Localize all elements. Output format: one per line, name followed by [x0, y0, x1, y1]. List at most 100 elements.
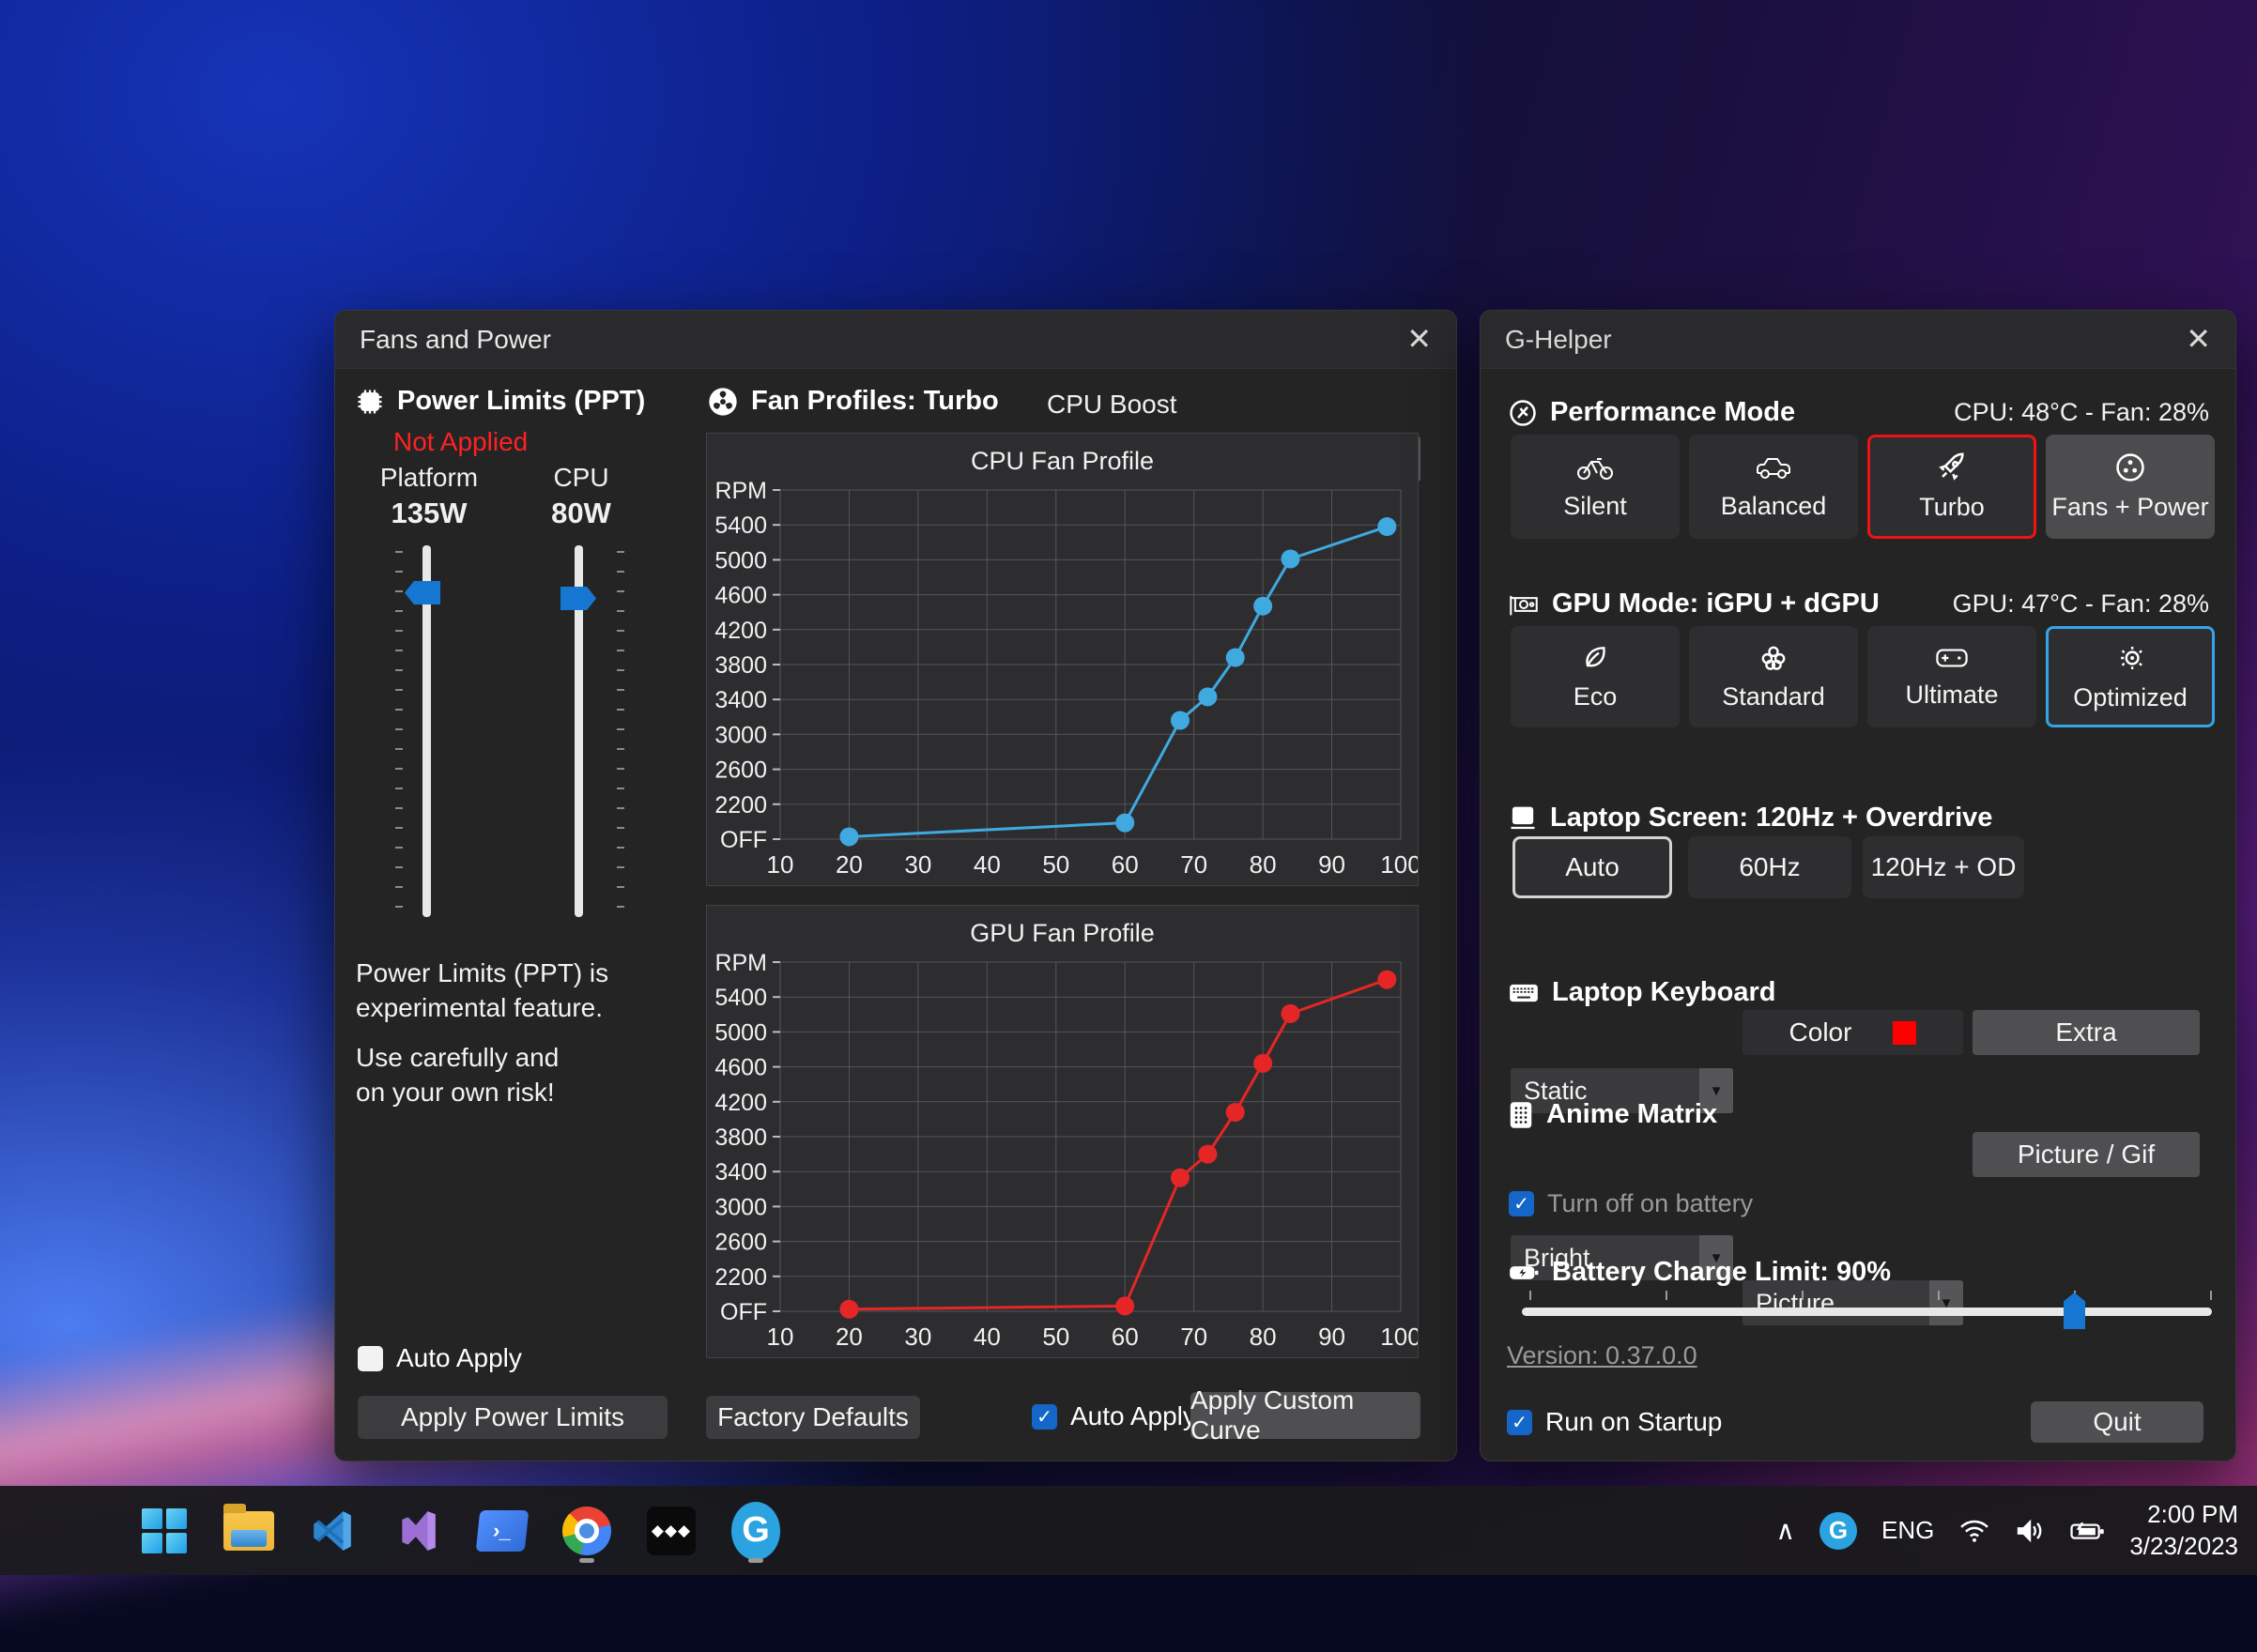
gpu-button-optimized[interactable]: Optimized	[2046, 626, 2215, 727]
cpu-slider-thumb[interactable]	[560, 587, 596, 610]
gpu-mode-title: GPU Mode: iGPU + dGPU	[1552, 589, 1880, 620]
volume-icon[interactable]	[2015, 1518, 2045, 1544]
windows-logo-icon	[142, 1508, 187, 1553]
curve-auto-apply-label: Auto Apply	[1070, 1401, 1196, 1431]
battery-slider-track[interactable]	[1522, 1308, 2212, 1316]
keyboard-extra-button[interactable]: Extra	[1973, 1010, 2200, 1055]
svg-text:2200: 2200	[714, 792, 767, 818]
ghelper-titlebar[interactable]: G-Helper ✕	[1481, 311, 2235, 369]
power-limits-status: Not Applied	[393, 427, 528, 457]
svg-text:80: 80	[1250, 1323, 1277, 1351]
perf-button-silent[interactable]: Silent	[1511, 435, 1680, 539]
powershell-button[interactable]: ›_	[475, 1497, 530, 1565]
clock-date: 3/23/2023	[2129, 1531, 2238, 1563]
svg-text:3400: 3400	[714, 1159, 767, 1185]
ghelper-tray-icon[interactable]: G	[1819, 1512, 1857, 1550]
start-button[interactable]	[137, 1497, 192, 1565]
close-icon[interactable]: ✕	[2186, 322, 2211, 356]
svg-text:4600: 4600	[714, 1055, 767, 1081]
perf-button-turbo[interactable]: Turbo	[1867, 435, 2036, 539]
run-on-startup-label: Run on Startup	[1545, 1407, 1722, 1437]
tidal-button[interactable]: ◆◆◆	[644, 1497, 699, 1565]
laptop-keyboard-header: Laptop Keyboard	[1509, 977, 1775, 1008]
fan-icon	[708, 387, 738, 417]
perf-button-balanced[interactable]: Balanced	[1689, 435, 1858, 539]
fan-circle-icon	[2114, 451, 2146, 483]
flower-icon	[1758, 643, 1789, 673]
svg-text:4200: 4200	[714, 618, 767, 644]
chevron-down-icon[interactable]: ▼	[1929, 1280, 1963, 1325]
apply-power-limits-button[interactable]: Apply Power Limits	[358, 1396, 668, 1439]
performance-mode-title: Performance Mode	[1550, 397, 1795, 428]
version-link[interactable]: Version: 0.37.0.0	[1507, 1341, 1697, 1370]
platform-slider-ticks	[395, 551, 403, 915]
cpu-fan-chart-panel: CPU Fan Profile 102030405060708090100RPM…	[706, 433, 1419, 886]
quit-button[interactable]: Quit	[2031, 1401, 2203, 1443]
gpu-button-standard[interactable]: Standard	[1689, 626, 1858, 727]
running-indicator	[579, 1558, 594, 1563]
check-icon: ✓	[1512, 1411, 1528, 1434]
perf-button-fans-power[interactable]: Fans + Power	[2046, 435, 2215, 539]
platform-limit-value: 135W	[353, 497, 505, 530]
language-indicator[interactable]: ENG	[1881, 1516, 1934, 1545]
running-indicator	[748, 1558, 763, 1563]
apply-custom-curve-button[interactable]: Apply Custom Curve	[1190, 1392, 1420, 1439]
run-on-startup-checkbox[interactable]: ✓	[1507, 1410, 1532, 1435]
screen-button-60hz[interactable]: 60Hz	[1688, 836, 1851, 898]
svg-text:3800: 3800	[714, 652, 767, 679]
svg-text:10: 10	[767, 850, 794, 879]
power-auto-apply-checkbox[interactable]	[358, 1346, 383, 1371]
laptop-screen-header: Laptop Screen: 120Hz + Overdrive	[1509, 803, 1992, 834]
platform-slider-thumb[interactable]	[405, 581, 440, 604]
close-icon[interactable]: ✕	[1406, 322, 1432, 356]
turn-off-on-battery-checkbox[interactable]: ✓	[1509, 1191, 1534, 1216]
svg-text:50: 50	[1042, 1323, 1069, 1351]
tidal-icon: ◆◆◆	[647, 1507, 696, 1555]
gpu-button-eco[interactable]: Eco	[1511, 626, 1680, 727]
svg-text:40: 40	[974, 1323, 1001, 1351]
battery-limit-header: Battery Charge Limit: 90%	[1509, 1257, 1891, 1288]
ghelper-taskbar-button[interactable]: G	[729, 1497, 783, 1565]
svg-text:10: 10	[767, 1323, 794, 1351]
visual-studio-button[interactable]	[391, 1497, 445, 1565]
cpu-chart-title: CPU Fan Profile	[707, 434, 1418, 479]
fans-window-title: Fans and Power	[360, 325, 551, 355]
keyboard-color-button[interactable]: Color	[1743, 1010, 1963, 1055]
platform-limit-label: Platform 135W	[353, 463, 505, 530]
gpu-fan-chart-panel: GPU Fan Profile 102030405060708090100RPM…	[706, 905, 1419, 1358]
wifi-icon[interactable]	[1958, 1518, 1990, 1544]
screen-button-auto[interactable]: Auto	[1512, 836, 1672, 898]
svg-text:5400: 5400	[714, 985, 767, 1011]
power-limits-warning-2: Use carefully and on your own risk!	[356, 1041, 675, 1110]
cpu-fan-chart[interactable]: 102030405060708090100RPM5400500046004200…	[707, 479, 1418, 889]
screen-button-120hz-od[interactable]: 120Hz + OD	[1863, 836, 2024, 898]
performance-mode-icon	[1509, 399, 1537, 427]
vscode-button[interactable]	[306, 1497, 361, 1565]
check-icon: ✓	[1036, 1405, 1052, 1429]
fans-window-titlebar[interactable]: Fans and Power ✕	[335, 311, 1456, 369]
svg-text:3000: 3000	[714, 722, 767, 748]
power-limits-title: Power Limits (PPT)	[397, 386, 645, 417]
matrix-picture-gif-button[interactable]: Picture / Gif	[1973, 1132, 2200, 1177]
leaf-icon	[1580, 643, 1610, 673]
clock-time: 2:00 PM	[2129, 1499, 2238, 1531]
taskbar-clock[interactable]: 2:00 PM 3/23/2023	[2129, 1499, 2238, 1563]
battery-limit-title: Battery Charge Limit: 90%	[1552, 1257, 1891, 1288]
matrix-grid-icon	[1509, 1101, 1533, 1129]
chevron-up-icon[interactable]: ∧	[1775, 1515, 1795, 1546]
svg-text:3800: 3800	[714, 1124, 767, 1151]
cpu-chip-icon	[356, 388, 384, 416]
taskbar: ›_ ◆◆◆ G ∧ G ENG	[0, 1486, 2257, 1575]
turn-off-on-battery-label: Turn off on battery	[1547, 1189, 1753, 1218]
gpu-button-ultimate[interactable]: Ultimate	[1867, 626, 2036, 727]
file-explorer-button[interactable]	[222, 1497, 276, 1565]
factory-defaults-button[interactable]: Factory Defaults	[706, 1396, 920, 1439]
gpu-fan-chart[interactable]: 102030405060708090100RPM5400500046004200…	[707, 951, 1418, 1361]
curve-auto-apply-checkbox[interactable]: ✓	[1032, 1404, 1057, 1430]
svg-text:5000: 5000	[714, 547, 767, 574]
power-limits-warning-1: Power Limits (PPT) is experimental featu…	[356, 956, 675, 1026]
chrome-button[interactable]	[560, 1497, 614, 1565]
svg-text:3400: 3400	[714, 687, 767, 713]
gpu-mode-header: GPU Mode: iGPU + dGPU GPU: 47°C - Fan: 2…	[1509, 589, 2209, 620]
battery-tray-icon[interactable]	[2069, 1518, 2105, 1544]
